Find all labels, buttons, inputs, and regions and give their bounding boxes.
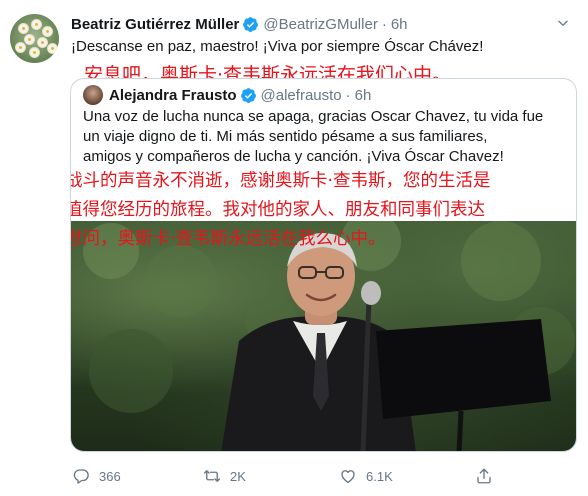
reply-icon (73, 469, 89, 484)
photo-illustration (83, 221, 575, 451)
tweet-header: Beatriz Gutiérrez Müller @BeatrizGMuller… (71, 14, 408, 34)
quoted-tweet-header: Alejandra Frausto @alefrausto · 6h (83, 85, 371, 105)
author-avatar[interactable] (10, 14, 59, 63)
like-button[interactable]: 6.1K (339, 467, 393, 485)
quoted-author-handle[interactable]: @alefrausto (261, 87, 342, 104)
quoted-tweet[interactable]: Alejandra Frausto @alefrausto · 6h Una v… (70, 78, 577, 452)
tweet-text: ¡Descanse en paz, maestro! ¡Viva por sie… (71, 38, 484, 55)
quoted-author-name[interactable]: Alejandra Frausto (109, 87, 237, 104)
tweet-timestamp[interactable]: 6h (391, 16, 408, 33)
translation-line: 慰问，奥斯卡·查韦斯永远活在我么心中。 (70, 229, 386, 249)
share-icon (477, 468, 491, 484)
reply-count: 366 (99, 468, 121, 484)
verified-badge-icon (243, 16, 259, 32)
retweet-icon (203, 470, 221, 482)
tweet-actions: 366 2K 6.1K (72, 467, 572, 489)
separator-dot: · (381, 15, 387, 33)
retweet-button[interactable]: 2K (203, 467, 246, 485)
quoted-tweet-timestamp[interactable]: 6h (355, 87, 372, 104)
translation-line: 值得您经历的旅程。我对他的家人、朋友和同事们表达 (70, 200, 485, 220)
quoted-author-avatar[interactable] (83, 85, 103, 105)
retweet-count: 2K (230, 468, 246, 484)
share-button[interactable] (475, 467, 502, 485)
like-count: 6.1K (366, 468, 393, 484)
reply-button[interactable]: 366 (72, 467, 121, 485)
chevron-down-icon[interactable] (556, 16, 570, 30)
quote-translation-annotation: 战斗的声音永不消逝，感谢奥斯卡·查韦斯，您的生活是 值得您经历的旅程。我对他的家… (70, 167, 576, 254)
separator-dot: · (345, 86, 351, 104)
translation-line: 战斗的声音永不消逝，感谢奥斯卡·查韦斯，您的生活是 (70, 171, 491, 191)
verified-badge-icon (240, 87, 256, 103)
like-icon (341, 470, 355, 484)
author-handle[interactable]: @BeatrizGMuller (263, 16, 377, 33)
quoted-text-line: Una voz de lucha nunca se apaga, gracias… (83, 108, 544, 125)
quoted-text-line: un viaje digno de ti. Mi más sentido pés… (83, 128, 488, 145)
quoted-tweet-text: Una voz de lucha nunca se apaga, gracias… (83, 107, 573, 167)
author-name[interactable]: Beatriz Gutiérrez Müller (71, 16, 239, 33)
quoted-text-line: amigos y compañeros de lucha y canción. … (83, 148, 504, 165)
quoted-tweet-photo[interactable] (71, 221, 576, 451)
tweet[interactable]: Beatriz Gutiérrez Müller @BeatrizGMuller… (0, 0, 588, 496)
